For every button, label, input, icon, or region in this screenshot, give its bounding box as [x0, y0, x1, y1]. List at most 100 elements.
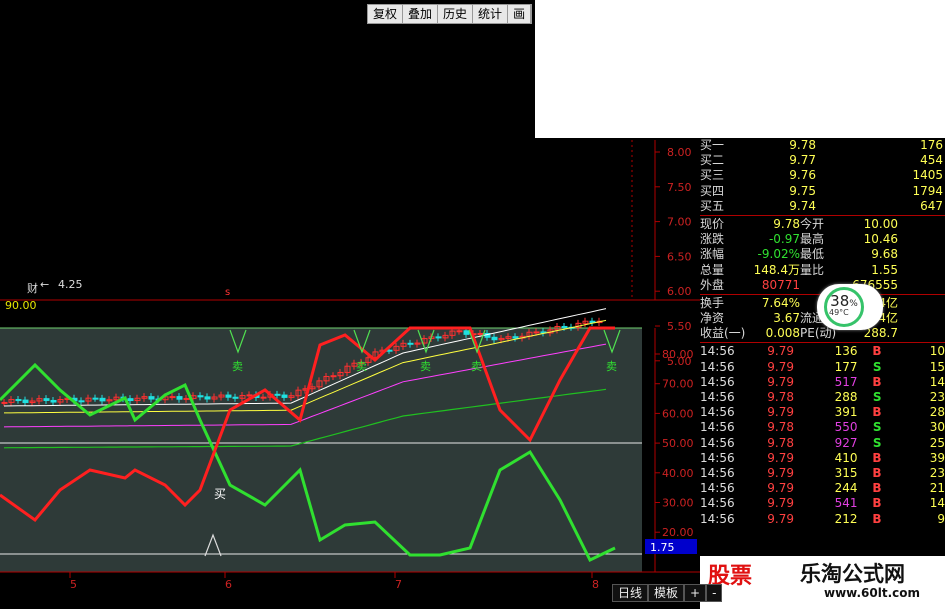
tick-row: 14:56 9.79 391 B 28 [700, 405, 945, 420]
x-axis-ticks: 5 6 7 8 [69, 572, 599, 591]
tick-price: 9.78 [767, 390, 794, 404]
tick-row: 14:56 9.78 288 S 23 [700, 390, 945, 405]
indicator-tick-label: 50.00 [662, 437, 694, 450]
tick-time: 14:56 [700, 450, 735, 465]
stat-row: 涨幅 -9.02% 最低 9.68 [700, 247, 945, 262]
tick-time: 14:56 [700, 496, 735, 511]
price-tick-label: 8.00 [667, 146, 692, 159]
tick-time: 14:56 [700, 390, 735, 404]
minus-button[interactable]: - [706, 584, 723, 602]
stat-l1: 涨跌 [700, 232, 725, 247]
template-button[interactable]: 模板 [648, 584, 685, 602]
toolbar-item-history[interactable]: 历史 [438, 5, 474, 23]
candle-body [281, 394, 288, 398]
sell-marker-label: 卖 [232, 360, 243, 373]
toolbar-item-draw[interactable]: 画 [508, 5, 532, 23]
system-monitor-badge[interactable]: 38% 49°C [817, 284, 883, 330]
tick-side: B [872, 405, 882, 420]
stat-l1: 总量 [700, 262, 725, 277]
tick-n: 21 [929, 481, 945, 496]
tick-price: 9.79 [767, 511, 794, 526]
tick-vol: 244 [834, 481, 858, 496]
tick-time: 14:56 [700, 481, 735, 496]
sell-marker-label: 卖 [471, 360, 482, 373]
tick-side: B [872, 374, 882, 389]
bid-row-cell: 1405 [912, 168, 943, 183]
tick-price: 9.79 [767, 405, 794, 420]
candle-body [246, 394, 253, 397]
tick-vol: 541 [834, 496, 858, 511]
tick-side: B [872, 511, 882, 526]
x-tick-label: 7 [395, 578, 402, 591]
bid-row: 买五 9.74 647 [700, 199, 945, 214]
plus-button[interactable]: + [684, 584, 707, 602]
bid-row: 买二 9.77 454 [700, 153, 945, 168]
cpu-ring: 38% [824, 287, 864, 327]
candle-body [15, 399, 22, 402]
candle-body [197, 395, 204, 398]
sell-marker-label: 卖 [420, 360, 431, 373]
stat-v2: 1.55 [871, 262, 898, 277]
candle-body [533, 331, 540, 334]
x-tick-label: 5 [70, 578, 77, 591]
candle-body [232, 396, 239, 399]
stat-v2: 9.68 [871, 247, 898, 262]
bid-row-cell: 9.78 [789, 138, 816, 152]
tick-side: B [872, 450, 882, 465]
stat-v1: 148.4万 [753, 262, 800, 277]
tick-row: 14:56 9.79 177 S 15 [700, 360, 945, 375]
tick-price: 9.79 [767, 359, 794, 374]
tick-price: 9.79 [767, 374, 794, 389]
tick-vol: 315 [834, 465, 858, 480]
stat-v1: 9.78 [773, 216, 800, 231]
bid-row-cell: 9.74 [789, 198, 816, 213]
tick-side: S [872, 420, 882, 435]
tick-vol: 177 [834, 359, 858, 374]
toolbar-item-overlay[interactable]: 叠加 [403, 5, 439, 23]
tick-vol: 550 [834, 420, 858, 435]
tick-row: 14:56 9.78 550 S 30 [700, 420, 945, 435]
tick-side: S [872, 435, 882, 450]
tick-vol: 391 [834, 405, 858, 420]
bid-row-cell: 647 [920, 198, 943, 213]
toolbar-item-restore[interactable]: 复权 [368, 5, 404, 23]
bid-row-cell: 1794 [912, 183, 943, 198]
candle-body [274, 393, 281, 396]
stat-row: 收益(一) 0.008 PE(动) 288.7 [700, 326, 945, 341]
tick-vol: 927 [834, 435, 858, 450]
tick-row: 14:56 9.79 315 B 23 [700, 466, 945, 481]
stock-terminal-window: 1.75 8.00 7.50 7.00 6.50 6.00 5.50 5.00 80.00 7… [0, 0, 945, 609]
candle-body [1, 401, 8, 404]
indicator-y-ticks: 80.00 70.00 60.00 50.00 40.00 30.00 20.00 [655, 348, 694, 539]
candle-body [183, 397, 190, 400]
tick-time: 14:56 [700, 435, 735, 450]
tick-row: 14:56 9.78 927 S 25 [700, 436, 945, 451]
tick-time: 14:56 [700, 420, 735, 435]
stat-v1: -9.02% [757, 247, 800, 262]
candle-body [512, 336, 519, 339]
tick-n: 30 [929, 420, 945, 435]
stat-l2: 最低 [800, 247, 825, 262]
candle-body [407, 342, 414, 345]
stat-l1: 换手 [700, 295, 725, 310]
bid-row-cell: 买二 [700, 153, 725, 168]
indicator-tick-label: 20.00 [662, 526, 694, 539]
tick-row: 14:56 9.79 410 B 39 [700, 451, 945, 466]
stat-row: 现价 9.78 今开 10.00 [700, 217, 945, 232]
tick-price: 9.79 [767, 496, 794, 511]
separator [700, 342, 945, 344]
temperature: 49°C [829, 308, 849, 317]
candle-body [50, 399, 57, 403]
stat-row: 涨跌 -0.97 最高 10.46 [700, 232, 945, 247]
bid-row-cell: 454 [920, 153, 943, 168]
stat-row: 总量 148.4万 量比 1.55 [700, 263, 945, 278]
sell-marker-label: 卖 [356, 360, 367, 373]
price-y-ticks: 8.007.507.006.506.005.505.00 [655, 146, 692, 368]
blank-area [535, 0, 945, 138]
low-arrow: ← [40, 278, 49, 291]
tick-time: 14:56 [700, 511, 735, 526]
toolbar-item-stats[interactable]: 统计 [473, 5, 509, 23]
daily-button[interactable]: 日线 [612, 584, 649, 602]
bid-row-cell: 176 [920, 138, 943, 152]
candle-body [99, 397, 106, 402]
